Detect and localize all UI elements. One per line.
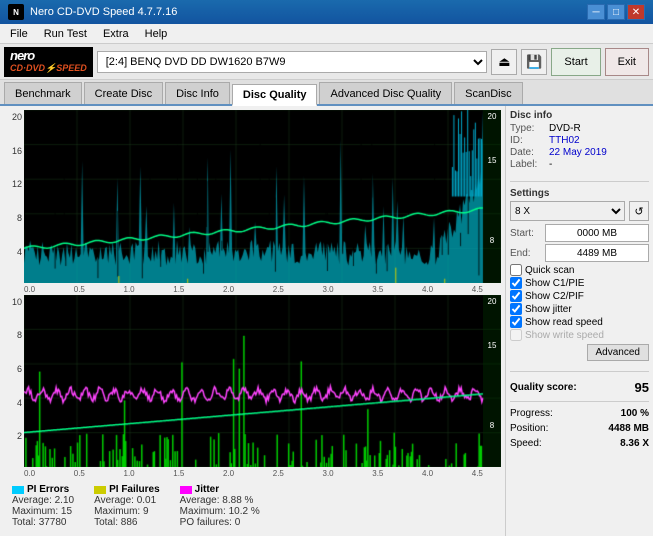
position-row: Position: 4488 MB <box>510 423 649 434</box>
menu-run-test[interactable]: Run Test <box>38 26 93 42</box>
divider-3 <box>510 401 649 402</box>
menu-help[interactable]: Help <box>139 26 174 42</box>
start-mb-row: Start: <box>510 224 649 242</box>
eject-button[interactable]: ⏏ <box>491 49 517 75</box>
speed-value: 8.36 X <box>620 438 649 449</box>
show-c2-row[interactable]: Show C2/PIF <box>510 290 649 302</box>
show-write-speed-row: Show write speed <box>510 329 649 341</box>
start-button[interactable]: Start <box>551 48 600 76</box>
jitter-color <box>180 486 192 494</box>
disc-type-value: DVD-R <box>549 123 581 134</box>
right-panel: Disc info Type: DVD-R ID: TTH02 Date: 22… <box>505 106 653 536</box>
pi-errors-color <box>12 486 24 494</box>
position-value: 4488 MB <box>608 423 649 434</box>
quality-score-label: Quality score: <box>510 382 577 393</box>
settings-section: Settings 8 X ↺ Start: End: Quick scan <box>510 188 649 361</box>
tab-scandisc[interactable]: ScanDisc <box>454 82 522 104</box>
drive-select[interactable]: [2:4] BENQ DVD DD DW1620 B7W9 <box>97 51 488 73</box>
quality-score-value: 95 <box>635 380 649 395</box>
tab-bar: Benchmark Create Disc Disc Info Disc Qua… <box>0 80 653 106</box>
speed-row: 8 X ↺ <box>510 201 649 221</box>
disc-label-value: - <box>549 159 552 170</box>
legend-pi-failures: PI Failures Average: 0.01 Maximum: 9 Tot… <box>94 484 160 528</box>
show-read-speed-row[interactable]: Show read speed <box>510 316 649 328</box>
show-c1-row[interactable]: Show C1/PIE <box>510 277 649 289</box>
divider-1 <box>510 181 649 182</box>
quick-scan-label: Quick scan <box>525 265 574 276</box>
top-chart: 20 15 8 <box>24 110 501 283</box>
legend-pi-errors: PI Errors Average: 2.10 Maximum: 15 Tota… <box>12 484 74 528</box>
save-button[interactable]: 💾 <box>521 49 547 75</box>
settings-title: Settings <box>510 188 649 199</box>
start-mb-input[interactable] <box>545 224 649 242</box>
window-controls[interactable]: ─ □ ✕ <box>587 4 645 20</box>
menu-bar: File Run Test Extra Help <box>0 24 653 44</box>
jitter-label: Jitter <box>195 484 219 495</box>
tab-advanced-disc-quality[interactable]: Advanced Disc Quality <box>319 82 452 104</box>
speed-row-status: Speed: 8.36 X <box>510 438 649 449</box>
progress-value: 100 % <box>621 408 649 419</box>
show-jitter-row[interactable]: Show jitter <box>510 303 649 315</box>
progress-label: Progress: <box>510 408 553 419</box>
toolbar: nero CD·DVD⚡SPEED [2:4] BENQ DVD DD DW16… <box>0 44 653 80</box>
disc-label-row: Label: - <box>510 159 649 170</box>
pi-errors-label: PI Errors <box>27 484 69 495</box>
show-write-speed-label: Show write speed <box>525 330 604 341</box>
pi-failures-label: PI Failures <box>109 484 160 495</box>
show-write-speed-checkbox <box>510 329 522 341</box>
progress-row: Progress: 100 % <box>510 408 649 419</box>
menu-extra[interactable]: Extra <box>97 26 135 42</box>
show-c2-label: Show C2/PIF <box>525 291 584 302</box>
nero-logo: nero CD·DVD⚡SPEED <box>4 47 93 77</box>
disc-type-row: Type: DVD-R <box>510 123 649 134</box>
bottom-chart: 20 15 8 <box>24 295 501 468</box>
show-c1-checkbox[interactable] <box>510 277 522 289</box>
end-mb-input[interactable] <box>545 244 649 262</box>
legend: PI Errors Average: 2.10 Maximum: 15 Tota… <box>4 480 501 532</box>
end-mb-row: End: <box>510 244 649 262</box>
app-icon: N <box>8 4 24 20</box>
show-read-speed-label: Show read speed <box>525 317 603 328</box>
chart-area: 20 16 12 8 4 20 15 8 0.0 0 <box>0 106 505 536</box>
position-label: Position: <box>510 423 548 434</box>
quality-score-row: Quality score: 95 <box>510 380 649 395</box>
main-content: 20 16 12 8 4 20 15 8 0.0 0 <box>0 106 653 536</box>
exit-button[interactable]: Exit <box>605 48 649 76</box>
show-read-speed-checkbox[interactable] <box>510 316 522 328</box>
tab-disc-quality[interactable]: Disc Quality <box>232 84 318 106</box>
refresh-button[interactable]: ↺ <box>629 201 649 221</box>
menu-file[interactable]: File <box>4 26 34 42</box>
quick-scan-checkbox[interactable] <box>510 264 522 276</box>
quick-scan-row[interactable]: Quick scan <box>510 264 649 276</box>
close-button[interactable]: ✕ <box>627 4 645 20</box>
disc-id-row: ID: TTH02 <box>510 135 649 146</box>
show-jitter-checkbox[interactable] <box>510 303 522 315</box>
maximize-button[interactable]: □ <box>607 4 625 20</box>
tab-create-disc[interactable]: Create Disc <box>84 82 163 104</box>
disc-info-section: Disc info Type: DVD-R ID: TTH02 Date: 22… <box>510 110 649 171</box>
tab-disc-info[interactable]: Disc Info <box>165 82 230 104</box>
speed-select[interactable]: 8 X <box>510 201 625 221</box>
legend-jitter: Jitter Average: 8.88 % Maximum: 10.2 % P… <box>180 484 260 528</box>
disc-info-title: Disc info <box>510 110 649 121</box>
speed-label: Speed: <box>510 438 542 449</box>
title-bar-left: N Nero CD-DVD Speed 4.7.7.16 <box>8 4 177 20</box>
divider-2 <box>510 371 649 372</box>
show-jitter-label: Show jitter <box>525 304 572 315</box>
show-c1-label: Show C1/PIE <box>525 278 584 289</box>
app-title: Nero CD-DVD Speed 4.7.7.16 <box>30 6 177 18</box>
show-c2-checkbox[interactable] <box>510 290 522 302</box>
pi-failures-color <box>94 486 106 494</box>
minimize-button[interactable]: ─ <box>587 4 605 20</box>
disc-date-value: 22 May 2019 <box>549 147 607 158</box>
advanced-button[interactable]: Advanced <box>587 344 649 361</box>
tab-benchmark[interactable]: Benchmark <box>4 82 82 104</box>
title-bar: N Nero CD-DVD Speed 4.7.7.16 ─ □ ✕ <box>0 0 653 24</box>
disc-id-value: TTH02 <box>549 135 580 146</box>
disc-date-row: Date: 22 May 2019 <box>510 147 649 158</box>
